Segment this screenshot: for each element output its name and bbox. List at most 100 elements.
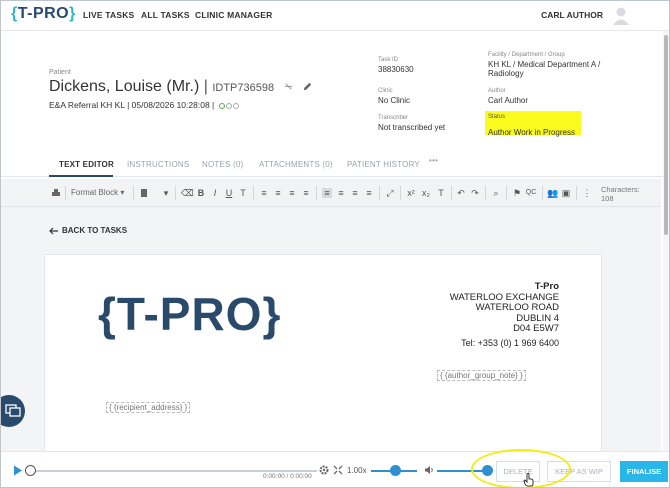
patient-id: IDTP736598 [212, 82, 275, 94]
top-nav: {T-PRO} LIVE TASKS ALL TASKS CLINIC MANA… [1, 1, 669, 31]
referral-text: E&A Referral KH KL | 05/08/2026 10:28:08… [49, 100, 215, 110]
audio-progress-knob[interactable] [25, 465, 36, 476]
toolbar-separator [175, 186, 176, 200]
toolbar-separator [576, 186, 577, 200]
app-window: {T-PRO} LIVE TASKS ALL TASKS CLINIC MANA… [0, 0, 670, 488]
format-block-dropdown[interactable]: Format Block ▾ [71, 188, 124, 197]
transcriber-label: Transcriber [378, 115, 409, 121]
volume-icon[interactable] [424, 465, 434, 475]
nav-clinic-manager[interactable]: CLINIC MANAGER [195, 10, 272, 20]
tab-more-menu[interactable]: ••• [429, 156, 438, 165]
bullet-list-icon[interactable]: ≡ [259, 188, 269, 198]
transcriber-block: Transcriber Not transcribed yet [378, 115, 445, 132]
numbered-list-icon[interactable]: ≡ [273, 188, 283, 198]
character-count-label: Characters: [601, 185, 640, 194]
patient-name: Dickens, Louise (Mr.) | IDTP736598 [49, 78, 313, 96]
flag-icon[interactable]: ⚑ [512, 188, 522, 198]
finalise-button[interactable]: FINALISE [620, 461, 668, 482]
format-block-label: Format Block [71, 188, 119, 197]
undo-icon[interactable]: ↶ [456, 188, 466, 198]
fullscreen-icon[interactable]: ⤢ [385, 188, 395, 198]
clinic-value: No Clinic [378, 96, 411, 105]
arrow-left-icon [49, 227, 58, 235]
chat-icon [5, 404, 21, 417]
align-right-icon[interactable]: ≡ [350, 188, 360, 198]
contact-card-icon[interactable]: ▣ [561, 188, 571, 198]
tab-attachments[interactable]: ATTACHMENTS (0) [259, 160, 333, 169]
audio-progress-track[interactable] [29, 470, 317, 472]
nav-live-tasks[interactable]: LIVE TASKS [83, 10, 134, 20]
facility-block: Facility / Department / Group KH KL / Me… [488, 52, 608, 78]
clinic-block: Clinic No Clinic [378, 88, 410, 105]
italic-icon[interactable]: I [210, 188, 220, 198]
shrink-icon[interactable] [333, 465, 343, 475]
more-vertical-icon[interactable]: ⋮ [582, 188, 592, 198]
toolbar-separator [379, 186, 380, 200]
user-group-icon[interactable]: 👥 [547, 188, 558, 198]
facility-value: KH KL / Medical Department A / Radiology [488, 60, 601, 78]
toolbar-separator [253, 186, 254, 200]
patient-name-text: Dickens, Louise (Mr.) [49, 78, 200, 95]
progress-dots [218, 101, 240, 111]
tab-text-editor[interactable]: TEXT EDITOR [59, 160, 114, 169]
tab-instructions[interactable]: INSTRUCTIONS [127, 160, 189, 169]
status-label: Status [488, 114, 506, 120]
toolbar-separator [542, 186, 543, 200]
outdent-icon[interactable]: ≡ [287, 188, 297, 198]
recipient-address-placeholder[interactable]: { {recipient_address} } [106, 402, 191, 413]
document-icon[interactable] [139, 188, 149, 198]
align-left-icon[interactable]: ≡ [322, 188, 332, 198]
qc-button[interactable]: QC [524, 188, 538, 198]
user-name[interactable]: CARL AUTHOR [541, 10, 603, 20]
tab-notes[interactable]: NOTES (0) [202, 160, 243, 169]
status-block: Status Author Work in Progress [485, 111, 581, 137]
avatar-icon[interactable] [611, 5, 631, 25]
back-to-tasks-text: BACK TO TASKS [62, 226, 128, 235]
address-line: WATERLOO ROAD [475, 302, 559, 313]
subscript-icon[interactable]: x₂ [421, 188, 431, 198]
toolbar-separator [316, 186, 317, 200]
audio-timecode: 0:00:00 / 0:00:00 [263, 473, 312, 480]
superscript-icon[interactable]: x² [406, 188, 416, 198]
toolbar-separator [400, 186, 401, 200]
author-group-placeholder[interactable]: { {author_group_note} } [437, 370, 526, 381]
indent-icon[interactable]: ≡ [301, 188, 311, 198]
align-justify-icon[interactable]: ≡ [364, 188, 374, 198]
align-center-icon[interactable]: ≡ [336, 188, 346, 198]
toolbar-separator [485, 186, 486, 200]
edit-pencil-icon[interactable] [302, 81, 313, 92]
toolbar-separator [451, 186, 452, 200]
clear-format-icon[interactable]: T [238, 188, 248, 198]
nav-all-tasks[interactable]: ALL TASKS [141, 10, 190, 20]
task-id-label: Task ID [378, 57, 399, 63]
page-scrollbar-thumb[interactable] [664, 35, 668, 235]
company-phone: Tel: +353 (0) 1 969 6400 [461, 338, 559, 348]
chevron-down-icon[interactable]: ▾ [161, 188, 171, 198]
active-tab-underline [49, 175, 113, 177]
clinic-label: Clinic [378, 88, 393, 94]
play-icon[interactable] [13, 465, 23, 476]
back-to-tasks-link[interactable]: BACK TO TASKS [49, 226, 127, 235]
app-logo[interactable]: {T-PRO} [11, 5, 76, 23]
underline-icon[interactable]: U [224, 188, 234, 198]
search-icon[interactable]: ⌕ [491, 188, 501, 198]
speed-slider-knob[interactable] [390, 465, 401, 476]
author-label: Author [488, 88, 506, 94]
bold-icon[interactable]: B [196, 188, 206, 198]
facility-label: Facility / Department / Group [488, 52, 565, 58]
toolbar-separator [506, 186, 507, 200]
text-size-icon[interactable]: T [436, 188, 446, 198]
tab-patient-history[interactable]: PATIENT HISTORY [347, 160, 420, 169]
document-logo: {T-PRO} [98, 288, 282, 340]
referral-line: E&A Referral KH KL | 05/08/2026 10:28:08… [49, 100, 240, 111]
unlink-icon[interactable] [283, 81, 294, 92]
transcriber-value: Not transcribed yet [378, 123, 446, 132]
settings-gear-icon[interactable] [319, 465, 329, 475]
redo-icon[interactable]: ↷ [470, 188, 480, 198]
company-address: T-Pro WATERLOO EXCHANGE WATERLOO ROAD DU… [450, 281, 559, 335]
address-line: D04 E5W7 [513, 323, 559, 334]
paint-format-icon[interactable]: ⌫ [181, 188, 194, 198]
author-block: Author Carl Author [488, 88, 528, 105]
print-icon[interactable] [51, 188, 61, 198]
toolbar-separator [65, 186, 66, 200]
